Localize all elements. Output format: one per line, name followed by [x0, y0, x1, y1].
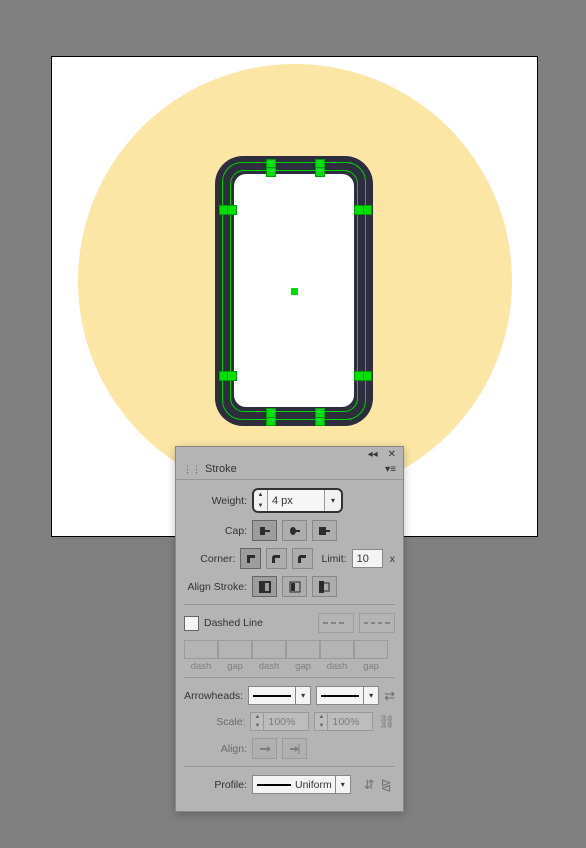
align-stroke-center-button[interactable] — [252, 576, 277, 597]
anchor-point[interactable] — [266, 167, 276, 177]
weight-dropdown[interactable]: ▾ — [324, 490, 341, 511]
profile-select[interactable]: Uniform ▾ — [252, 775, 351, 794]
swap-arrowheads-icon[interactable]: ⇄ — [384, 688, 395, 704]
anchor-point[interactable] — [227, 371, 237, 381]
anchor-point[interactable] — [354, 371, 364, 381]
gap-input-3[interactable] — [354, 640, 388, 659]
stroke-panel: ◂◂ ✕ ⋮⋮ Stroke ▾≡ Weight: ▲▼ 4 px ▾ Cap:… — [175, 446, 404, 812]
corner-label: Corner: — [184, 553, 235, 565]
limit-label: Limit: — [322, 553, 347, 565]
anchor-point[interactable] — [315, 167, 325, 177]
panel-close-icon[interactable]: ✕ — [386, 449, 398, 460]
dash-preserve-exact-button[interactable] — [318, 613, 354, 633]
dash-input-1[interactable] — [184, 640, 218, 659]
weight-stepper[interactable]: ▲▼ — [254, 490, 268, 511]
dash-input-2[interactable] — [252, 640, 286, 659]
arrowhead-end-select[interactable]: ▾ — [316, 686, 379, 705]
flip-along-icon[interactable]: ⧎ — [381, 777, 392, 793]
cap-butt-button[interactable] — [252, 520, 277, 541]
align-stroke-label: Align Stroke: — [184, 581, 247, 593]
cap-label: Cap: — [184, 525, 247, 537]
cap-projecting-button[interactable] — [312, 520, 337, 541]
anchor-point[interactable] — [354, 205, 364, 215]
weight-value[interactable]: 4 px — [268, 490, 324, 511]
corner-bevel-button[interactable] — [292, 548, 313, 569]
arrowheads-label: Arrowheads: — [184, 690, 243, 702]
dash-input-3[interactable] — [320, 640, 354, 659]
dash-align-corners-button[interactable] — [359, 613, 395, 633]
arrowhead-align-label: Align: — [184, 743, 247, 755]
anchor-point[interactable] — [266, 408, 276, 418]
dash-gap-grid: dash gap dash gap dash gap — [184, 640, 395, 672]
selection-center[interactable] — [291, 288, 298, 295]
arrow-align-tip-button[interactable] — [282, 738, 307, 759]
corner-miter-button[interactable] — [240, 548, 261, 569]
weight-label: Weight: — [184, 495, 247, 507]
arrow-align-extend-button[interactable] — [252, 738, 277, 759]
anchor-point[interactable] — [315, 408, 325, 418]
cap-round-button[interactable] — [282, 520, 307, 541]
link-scale-icon[interactable]: ⛓ — [378, 714, 395, 730]
corner-round-button[interactable] — [266, 548, 287, 569]
dashed-line-checkbox[interactable] — [184, 616, 199, 631]
arrowhead-scale-label: Scale: — [184, 716, 245, 728]
arrowhead-start-select[interactable]: ▾ — [248, 686, 311, 705]
panel-grip-icon[interactable]: ⋮⋮ — [183, 464, 201, 475]
profile-label: Profile: — [184, 779, 247, 791]
align-stroke-outside-button[interactable] — [312, 576, 337, 597]
arrowhead-scale-start-input[interactable]: ▲▼100% — [250, 712, 309, 731]
flip-across-icon[interactable]: ⇵ — [364, 777, 375, 793]
dashed-line-label: Dashed Line — [204, 617, 263, 629]
gap-input-1[interactable] — [218, 640, 252, 659]
arrowhead-scale-end-input[interactable]: ▲▼100% — [314, 712, 373, 731]
panel-title: Stroke — [205, 463, 237, 475]
anchor-point[interactable] — [227, 205, 237, 215]
panel-menu-icon[interactable]: ▾≡ — [385, 464, 396, 475]
gap-input-2[interactable] — [286, 640, 320, 659]
weight-input[interactable]: ▲▼ 4 px ▾ — [252, 488, 343, 513]
align-stroke-inside-button[interactable] — [282, 576, 307, 597]
panel-collapse-icon[interactable]: ◂◂ — [366, 449, 380, 460]
limit-input[interactable]: 10 — [352, 549, 383, 568]
limit-suffix: x — [390, 553, 395, 565]
